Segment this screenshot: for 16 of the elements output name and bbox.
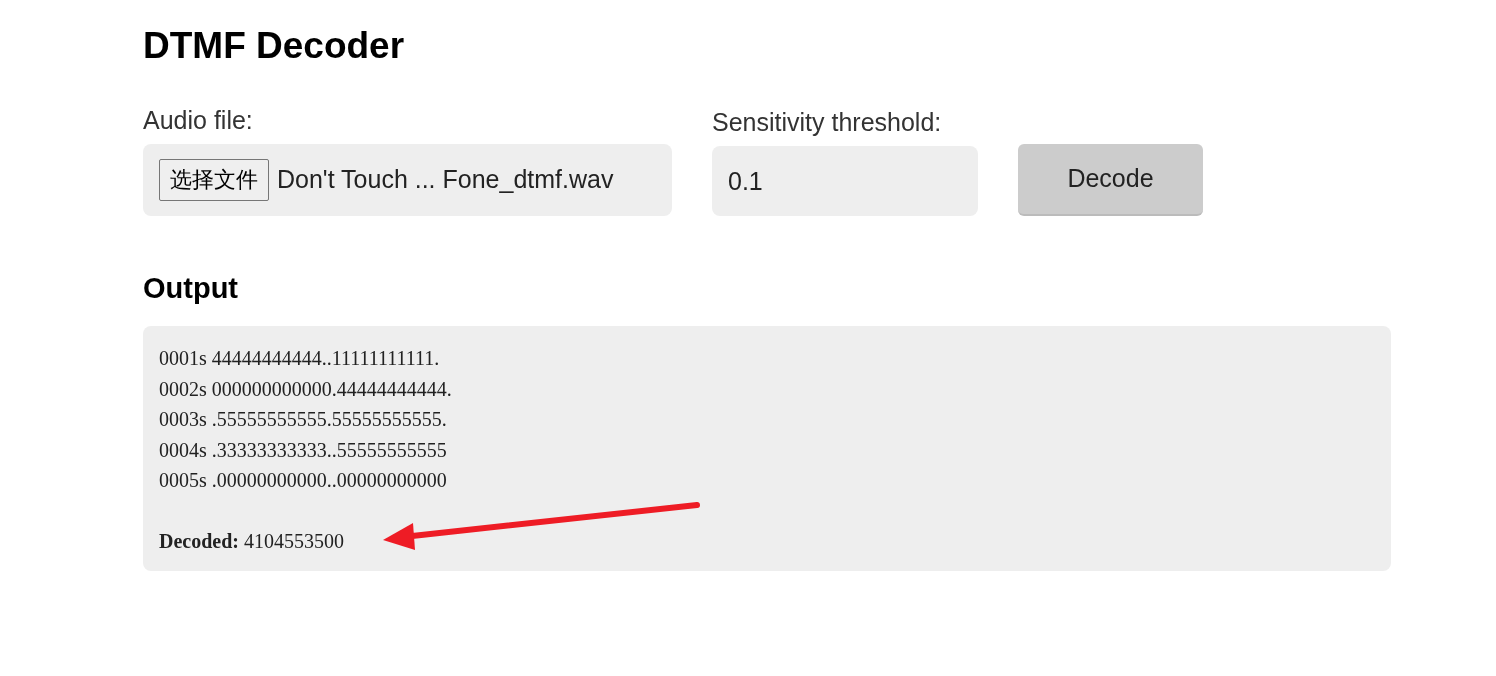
output-line: 0004s .33333333333..55555555555 (159, 437, 447, 463)
output-line: 0002s 000000000000.44444444444. (159, 376, 452, 402)
field-label: Sensitivity threshold: (712, 107, 943, 138)
file-name: Don't Touch ... Fone_dtmf.wav (277, 164, 614, 196)
output-line: 0005s .00000000000..00000000000 (159, 468, 447, 493)
choose-file-button[interactable]: 选择文件 (159, 159, 269, 201)
threshold-input[interactable]: 0.1 (712, 146, 978, 216)
output-line: 0001s 44444444444..11111111111. (159, 346, 440, 371)
file-input[interactable]: 选择文件 Don't Touch ... Fone_dtmf.wav (143, 144, 672, 216)
output-line: 0003s .55555555555.55555555555. (159, 407, 447, 432)
output-heading: Output (143, 271, 239, 306)
decoded-result: Decoded: 4104553500 (159, 528, 344, 554)
page-title: DTMF Decoder (143, 24, 406, 68)
decode-button[interactable]: Decode (1018, 144, 1203, 216)
field-label: Audio file: (143, 105, 254, 136)
arrow-icon (381, 499, 703, 551)
